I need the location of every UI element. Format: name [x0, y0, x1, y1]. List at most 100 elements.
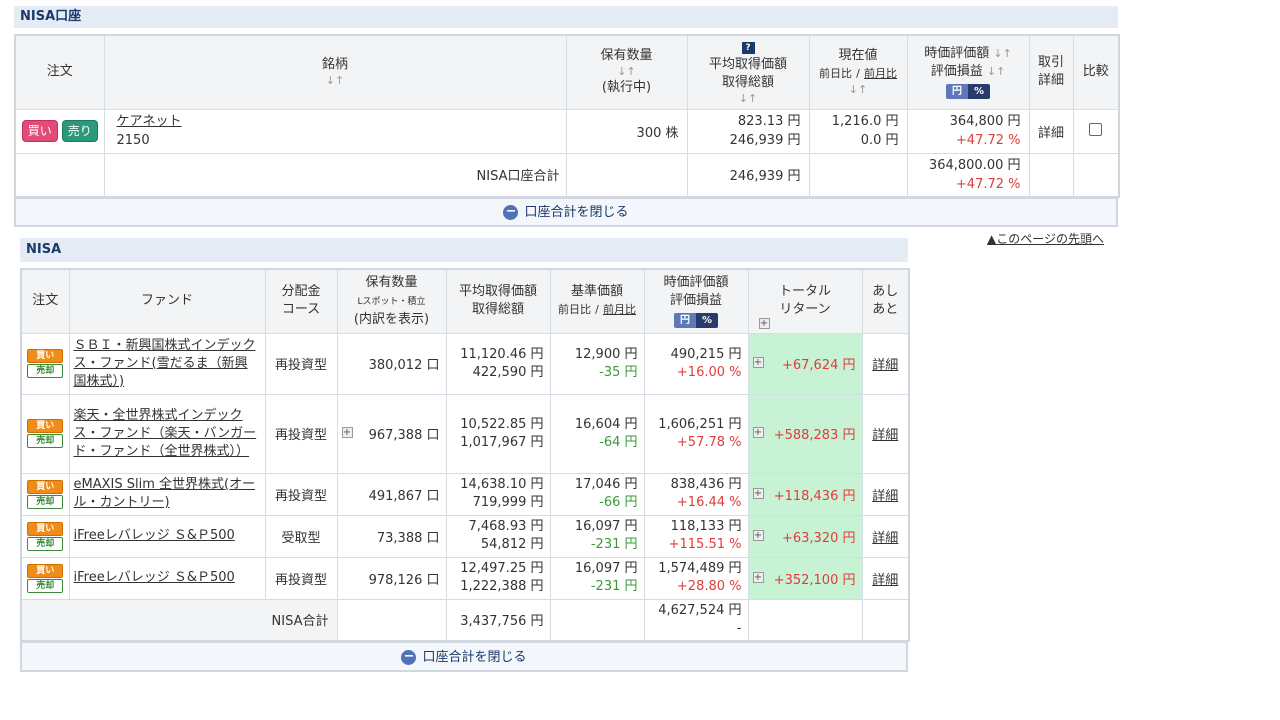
detail-cell: 詳細 — [861, 393, 910, 474]
header-holdings-sub: (執行中) — [601, 80, 652, 96]
buy-button[interactable]: 買い — [27, 521, 64, 536]
expand-icon[interactable]: + — [752, 571, 764, 583]
total-return-cell: + +118,436 円 — [747, 472, 863, 516]
total-cost: 246,939 円 — [729, 133, 801, 148]
detail-link[interactable]: 詳細 — [872, 358, 898, 373]
avg-cost: 12,497.25 円 — [460, 561, 544, 576]
cost-cell: 823.13 円 246,939 円 — [686, 108, 810, 154]
toggle-pct[interactable]: % — [695, 312, 719, 328]
toggle-pct[interactable]: % — [967, 83, 991, 99]
sort-icon[interactable]: ↓↑ — [987, 65, 1005, 78]
expand-icon[interactable]: + — [341, 427, 353, 438]
sort-icon[interactable]: ↓↑ — [109, 74, 562, 88]
sell-button[interactable]: 売却 — [27, 578, 64, 593]
sort-icon[interactable]: ↓↑ — [814, 83, 903, 97]
header-distribution: 分配金 コース — [264, 268, 338, 334]
expand-icon[interactable]: + — [752, 487, 764, 499]
expand-icon[interactable]: + — [752, 427, 764, 438]
cost-cell: 12,497.25 円 1,222,388 円 — [445, 556, 551, 600]
toggle-yen[interactable]: 円 — [945, 83, 968, 99]
cost-cell: 11,120.46 円 422,590 円 — [445, 332, 551, 395]
buy-button[interactable]: 買い — [27, 349, 64, 363]
header-market-value-label: 時価評価額 — [924, 45, 990, 61]
header-holdings-detail-link[interactable]: (内訳を表示) — [354, 312, 429, 327]
detail-link[interactable]: 詳細 — [872, 489, 898, 504]
header-pl-label: 評価損益 — [930, 63, 983, 79]
current-price: 1,216.0 円 — [831, 114, 899, 129]
nisa-close-row: − 口座合計を閉じる — [20, 641, 908, 672]
total-return-cell: + +63,320 円 — [747, 514, 863, 558]
fund-name-link[interactable]: 楽天・全世界株式インデックス・ファンド（楽天・バンガード・ファンド（全世界株式）… — [74, 408, 257, 459]
nav-change: -35 円 — [599, 364, 638, 380]
detail-link[interactable]: 詳細 — [872, 531, 898, 546]
header-history-1: あし — [872, 284, 899, 300]
header-prev-month-link[interactable]: 前月比 — [603, 303, 636, 316]
expand-icon[interactable]: + — [752, 529, 764, 541]
detail-link[interactable]: 詳細 — [872, 428, 898, 443]
buy-button[interactable]: 買い — [27, 479, 64, 494]
fund-name-link[interactable]: eMAXIS Slim 全世界株式(オール・カントリー) — [74, 477, 256, 510]
page-top-link[interactable]: ▲このページの先頭へ — [987, 230, 1104, 247]
sort-icon[interactable]: ↓↑ — [993, 47, 1011, 60]
total-pl: +47.72 % — [955, 176, 1021, 192]
compare-checkbox[interactable] — [1089, 122, 1103, 136]
header-total-return-2: リターン — [779, 302, 831, 318]
header-prev-month-link[interactable]: 前月比 — [864, 67, 897, 80]
fund-name-link[interactable]: iFreeレバレッジ Ｓ&Ｐ500 — [74, 570, 235, 585]
sell-button[interactable]: 売却 — [27, 434, 64, 448]
table-row: 買い 売却 eMAXIS Slim 全世界株式(オール・カントリー) 再投資型 … — [20, 472, 910, 516]
unrealized-pl: +16.00 % — [676, 364, 742, 380]
market-value: 118,133 円 — [670, 519, 742, 534]
header-distribution-1: 分配金 — [281, 284, 321, 300]
unrealized-pl: +57.78 % — [676, 434, 742, 450]
total-cost: 3,437,756 円 — [445, 598, 551, 642]
sort-icon[interactable]: ↓↑ — [692, 92, 805, 106]
fund-name-link[interactable]: ＳＢＩ・新興国株式インデックス・ファンド(雪だるま（新興国株式）) — [74, 338, 256, 389]
help-icon[interactable]: ? — [741, 42, 755, 55]
header-market-value-label: 時価評価額 — [663, 274, 729, 290]
sell-button[interactable]: 売却 — [27, 364, 64, 378]
sell-button[interactable]: 売却 — [27, 536, 64, 551]
holdings-cell: + 967,388 口 — [336, 393, 447, 474]
order-cell: 買い 売却 — [20, 472, 70, 516]
nav-price: 16,097 円 — [574, 519, 638, 534]
nav-cell: 16,097 円 -231 円 — [549, 556, 645, 600]
compare-cell — [1072, 108, 1120, 154]
header-holdings-sub: Lスポット・積立 — [357, 296, 426, 307]
header-symbol[interactable]: 銘柄 ↓↑ — [103, 34, 567, 110]
total-pl: - — [736, 620, 742, 636]
detail-link[interactable]: 詳細 — [1038, 126, 1064, 141]
sell-button[interactable]: 売却 — [27, 494, 64, 509]
cost-cell: 10,522.85 円 1,017,967 円 — [445, 393, 551, 474]
course-cell: 再投資型 — [264, 556, 338, 600]
header-distribution-2: コース — [281, 302, 321, 318]
header-holdings[interactable]: 保有数量 ↓↑ (執行中) — [565, 34, 688, 110]
toggle-yen[interactable]: 円 — [673, 312, 696, 328]
price-cell: 1,216.0 円 0.0 円 — [808, 108, 908, 154]
total-market-value: 364,800.00 円 — [928, 157, 1021, 173]
detail-link[interactable]: 詳細 — [872, 573, 898, 588]
market-value: 490,215 円 — [670, 346, 742, 362]
yen-pct-toggle[interactable]: 円% — [945, 83, 991, 99]
yen-pct-toggle[interactable]: 円% — [673, 312, 719, 328]
header-avg-cost-label: 平均取得価額 — [708, 57, 787, 73]
close-account-total-button[interactable]: − 口座合計を閉じる — [503, 200, 629, 226]
buy-button[interactable]: 買い — [27, 419, 64, 433]
header-holdings-label: 保有数量 — [365, 274, 418, 290]
header-holdings-label: 保有数量 — [600, 48, 653, 64]
total-return: +63,320 円 — [781, 530, 856, 546]
sell-button[interactable]: 売り — [61, 120, 98, 142]
total-cost: 1,017,967 円 — [460, 434, 544, 450]
stock-name-link[interactable]: ケアネット — [117, 114, 182, 129]
buy-button[interactable]: 買い — [27, 563, 64, 578]
sort-icon[interactable]: ↓↑ — [571, 65, 683, 79]
expand-icon[interactable]: + — [758, 317, 770, 329]
header-order: 注文 — [20, 268, 70, 334]
header-nav-label: 基準価額 — [570, 284, 623, 300]
fund-name-cell: eMAXIS Slim 全世界株式(オール・カントリー) — [68, 472, 266, 516]
buy-button[interactable]: 買い — [21, 120, 58, 142]
fund-name-link[interactable]: iFreeレバレッジ Ｓ&Ｐ500 — [74, 528, 235, 543]
expand-icon[interactable]: + — [752, 357, 764, 368]
nisa-fund-table: 注文 ファンド 分配金 コース 保有数量 Lスポット・積立 (内訳を表示) 平均… — [20, 268, 910, 642]
close-account-total-button[interactable]: − 口座合計を閉じる — [401, 644, 527, 671]
